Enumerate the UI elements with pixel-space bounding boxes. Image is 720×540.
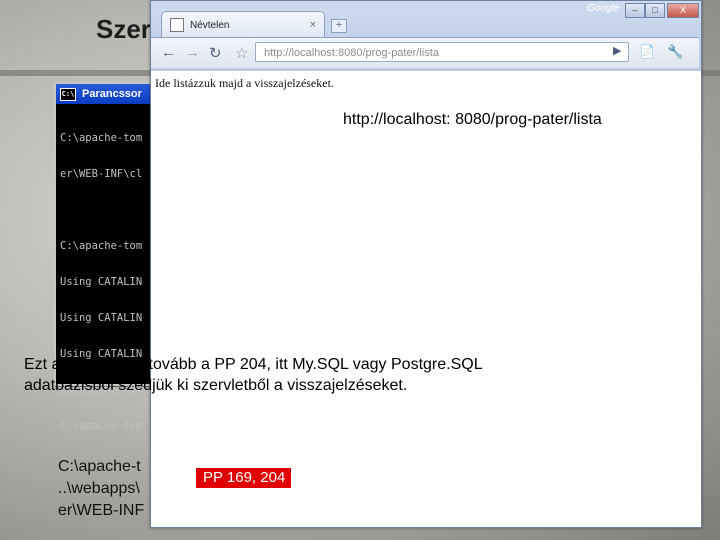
browser-toolbar: ← → ↻ ☆ http://localhost:8080/prog-pater…: [151, 37, 699, 68]
minimize-button[interactable]: –: [625, 3, 645, 18]
google-logo: Google: [587, 3, 620, 14]
path-line: er\WEB-INF: [58, 502, 145, 519]
browser-window[interactable]: Névtelen × + Google – □ X ← → ↻ ☆ http:/…: [150, 0, 702, 528]
browser-frame: Névtelen × + Google – □ X ← → ↻ ☆ http:/…: [151, 1, 701, 71]
address-bar[interactable]: http://localhost:8080/prog-pater/lista: [255, 42, 629, 62]
explanation-note: Ezt a példát viszi tovább a PP 204, itt …: [24, 356, 483, 394]
page-icon: [170, 18, 184, 32]
reload-icon[interactable]: ↻: [209, 44, 222, 62]
tab-close-icon[interactable]: ×: [310, 19, 316, 31]
path-line: C:\apache-t: [58, 458, 141, 475]
page-menu-icon[interactable]: 📄: [639, 44, 655, 60]
page-content: Ide listázzuk majd a visszajelzéseket. h…: [151, 71, 699, 525]
close-button[interactable]: X: [667, 3, 699, 18]
page-body-text: Ide listázzuk majd a visszajelzéseket.: [155, 76, 334, 90]
browser-tab[interactable]: Névtelen ×: [161, 11, 325, 38]
maximize-button[interactable]: □: [645, 3, 665, 18]
go-icon[interactable]: ▶: [613, 44, 621, 57]
tab-title: Névtelen: [190, 19, 230, 31]
wrench-icon[interactable]: 🔧: [667, 44, 683, 60]
console-icon: C:\: [60, 87, 76, 101]
reference-badge: PP 169, 204: [196, 468, 292, 488]
url-callout: http://localhost: 8080/prog-pater/lista: [343, 111, 602, 128]
path-line: ..\webapps\: [58, 480, 140, 497]
console-title: Parancssor: [82, 88, 142, 100]
back-icon[interactable]: ←: [161, 44, 176, 61]
slide-path-text: C:\apache-t ..\webapps\ er\WEB-INF: [58, 456, 144, 522]
bookmark-star-icon[interactable]: ☆: [235, 44, 248, 62]
new-tab-button[interactable]: +: [331, 19, 347, 33]
forward-icon[interactable]: →: [185, 44, 200, 61]
